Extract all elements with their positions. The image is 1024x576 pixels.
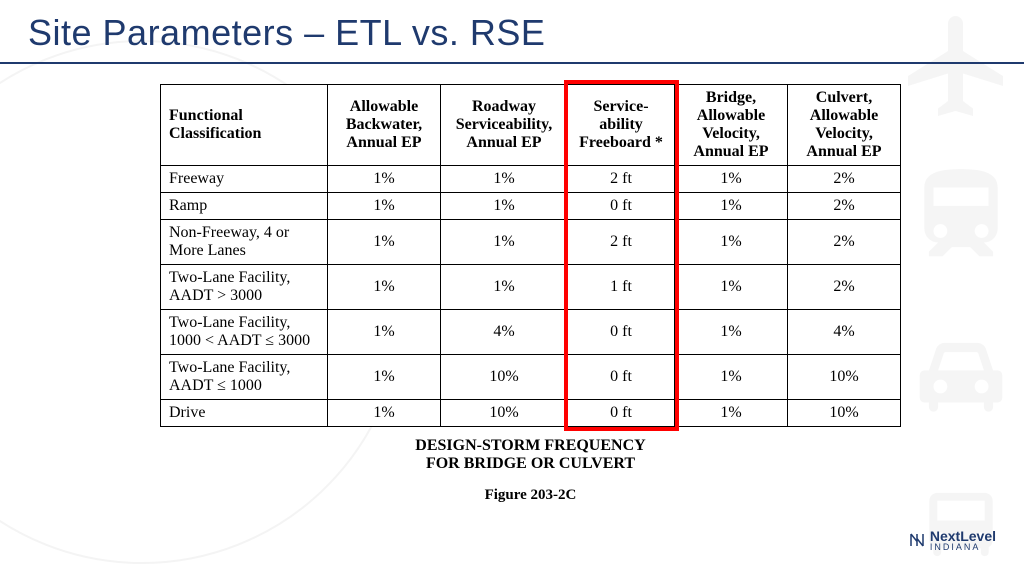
- cell-functional-classification: Drive: [161, 400, 328, 427]
- table-caption: DESIGN-STORM FREQUENCY FOR BRIDGE OR CUL…: [160, 437, 901, 473]
- cell-value: 1%: [328, 355, 441, 400]
- airplane-icon: [898, 6, 1018, 126]
- cell-functional-classification: Two-Lane Facility, AADT > 3000: [161, 265, 328, 310]
- figure-label: Figure 203-2C: [160, 487, 901, 504]
- col-header-freeboard: Service-ability Freeboard *: [568, 85, 675, 166]
- cell-value: 10%: [441, 355, 568, 400]
- cell-value: 2 ft: [568, 220, 675, 265]
- cell-value: 1%: [675, 355, 788, 400]
- table-row: Two-Lane Facility, 1000 < AADT ≤ 30001%4…: [161, 310, 901, 355]
- table-row: Ramp1%1%0 ft1%2%: [161, 193, 901, 220]
- car-icon: [906, 320, 1016, 430]
- table-container: Functional Classification Allowable Back…: [160, 84, 901, 504]
- title-underline: [0, 62, 1024, 64]
- cell-value: 1%: [441, 265, 568, 310]
- cell-value: 4%: [788, 310, 901, 355]
- cell-value: 1%: [675, 310, 788, 355]
- cell-functional-classification: Two-Lane Facility, AADT ≤ 1000: [161, 355, 328, 400]
- cell-functional-classification: Freeway: [161, 166, 328, 193]
- cell-value: 2%: [788, 166, 901, 193]
- cell-value: 10%: [788, 355, 901, 400]
- cell-value: 1%: [441, 220, 568, 265]
- logo-mark-icon: [908, 531, 926, 549]
- cell-functional-classification: Ramp: [161, 193, 328, 220]
- cell-value: 1 ft: [568, 265, 675, 310]
- col-header-roadway-serviceability: Roadway Serviceability, Annual EP: [441, 85, 568, 166]
- col-header-backwater: Allowable Backwater, Annual EP: [328, 85, 441, 166]
- caption-line-2: FOR BRIDGE OR CULVERT: [426, 455, 635, 472]
- col-header-functional-classification: Functional Classification: [161, 85, 328, 166]
- cell-value: 1%: [675, 400, 788, 427]
- nextlevel-logo: NextLevel INDIANA: [908, 528, 996, 552]
- cell-value: 1%: [328, 265, 441, 310]
- design-storm-table: Functional Classification Allowable Back…: [160, 84, 901, 427]
- table-row: Two-Lane Facility, AADT ≤ 10001%10%0 ft1…: [161, 355, 901, 400]
- cell-value: 2 ft: [568, 166, 675, 193]
- train-icon: [906, 160, 1016, 270]
- cell-value: 10%: [441, 400, 568, 427]
- cell-value: 2%: [788, 220, 901, 265]
- table-row: Drive1%10%0 ft1%10%: [161, 400, 901, 427]
- cell-value: 1%: [675, 220, 788, 265]
- cell-value: 0 ft: [568, 193, 675, 220]
- page-title: Site Parameters – ETL vs. RSE: [28, 12, 545, 54]
- cell-value: 1%: [328, 193, 441, 220]
- cell-value: 1%: [675, 265, 788, 310]
- cell-value: 1%: [675, 166, 788, 193]
- cell-value: 1%: [328, 220, 441, 265]
- cell-value: 1%: [441, 166, 568, 193]
- bus-icon: [906, 477, 1016, 572]
- caption-line-1: DESIGN-STORM FREQUENCY: [415, 437, 645, 454]
- table-row: Two-Lane Facility, AADT > 30001%1%1 ft1%…: [161, 265, 901, 310]
- cell-functional-classification: Non-Freeway, 4 or More Lanes: [161, 220, 328, 265]
- cell-value: 10%: [788, 400, 901, 427]
- cell-value: 2%: [788, 193, 901, 220]
- table-header-row: Functional Classification Allowable Back…: [161, 85, 901, 166]
- cell-value: 1%: [441, 193, 568, 220]
- cell-value: 1%: [328, 310, 441, 355]
- cell-functional-classification: Two-Lane Facility, 1000 < AADT ≤ 3000: [161, 310, 328, 355]
- cell-value: 1%: [328, 166, 441, 193]
- cell-value: 1%: [675, 193, 788, 220]
- cell-value: 2%: [788, 265, 901, 310]
- cell-value: 0 ft: [568, 400, 675, 427]
- cell-value: 1%: [328, 400, 441, 427]
- table-row: Non-Freeway, 4 or More Lanes1%1%2 ft1%2%: [161, 220, 901, 265]
- col-header-bridge-velocity: Bridge, Allowable Velocity, Annual EP: [675, 85, 788, 166]
- table-row: Freeway1%1%2 ft1%2%: [161, 166, 901, 193]
- cell-value: 4%: [441, 310, 568, 355]
- col-header-culvert-velocity: Culvert, Allowable Velocity, Annual EP: [788, 85, 901, 166]
- cell-value: 0 ft: [568, 355, 675, 400]
- cell-value: 0 ft: [568, 310, 675, 355]
